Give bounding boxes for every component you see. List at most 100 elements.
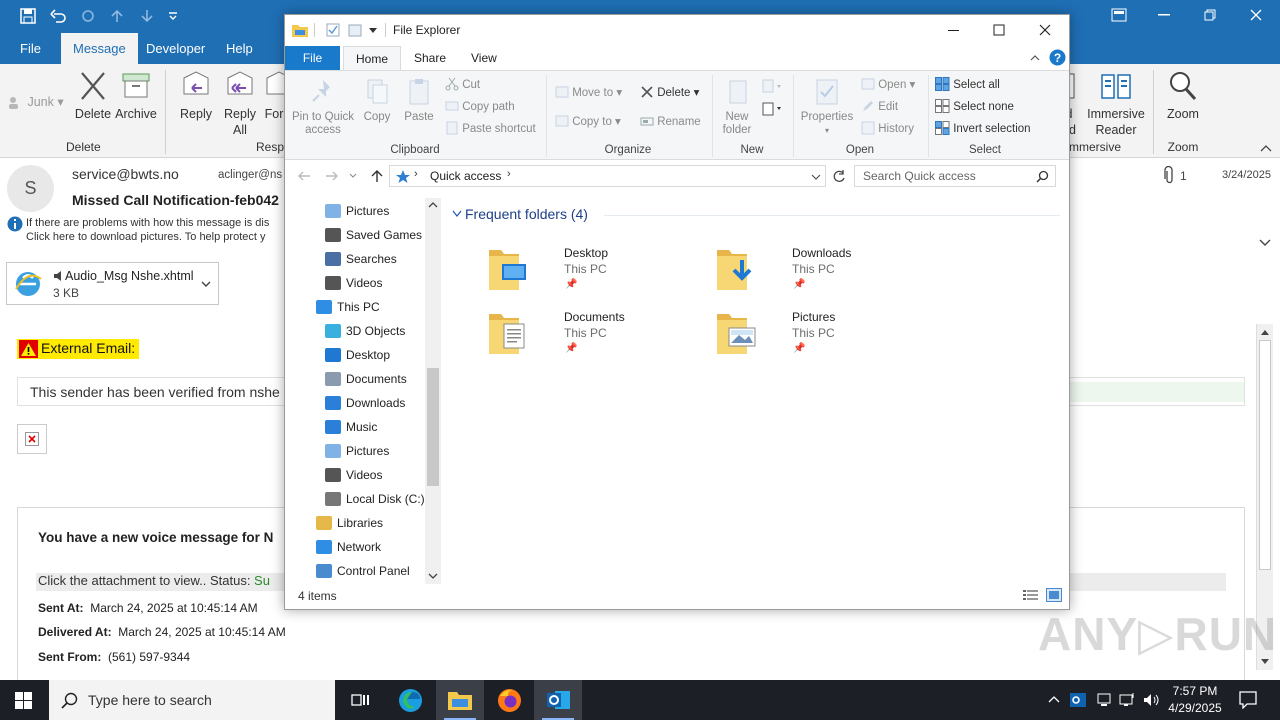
forward-arrow-icon[interactable] [325,170,339,182]
info-bar-line-2[interactable]: Click here to download pictures. To help… [26,231,265,243]
reply-all-button[interactable]: Reply All [220,70,260,138]
folder-tile-downloads[interactable]: Downloads This PC 📌 [703,246,903,304]
address-dropdown-icon[interactable] [811,174,821,180]
explorer-minimize-icon[interactable] [948,30,960,32]
taskbar-search-box[interactable]: Type here to search [49,680,335,720]
address-bar[interactable]: › Quick access › [389,165,826,187]
save-icon[interactable] [20,8,36,24]
breadcrumb-chevron-icon[interactable]: › [507,168,511,180]
edge-taskbar-button[interactable] [386,680,434,720]
volume-tray-icon[interactable] [1143,692,1161,708]
outlook-restore-icon[interactable] [1204,9,1216,21]
clock-time[interactable]: 7:57 PM [1166,684,1224,698]
explorer-tab-home[interactable]: Home [343,46,402,70]
nav-scroll-thumb[interactable] [427,368,439,486]
nav-scroll-up-icon[interactable] [428,201,438,208]
new-folder-qat-icon[interactable] [348,23,362,37]
easy-access-icon[interactable] [762,101,784,117]
back-arrow-icon[interactable] [297,170,311,182]
explorer-maximize-icon[interactable] [993,24,1005,36]
folder-tile-documents[interactable]: Documents This PC 📌 [475,310,675,368]
minimize-ribbon-icon[interactable] [1030,54,1040,61]
paste-shortcut-button[interactable]: Paste shortcut [445,121,536,137]
broken-image-placeholder[interactable] [17,424,47,454]
breadcrumb-chevron-icon[interactable]: › [414,168,418,180]
frequent-folders-heading[interactable]: Frequent folders (4) [465,206,588,222]
ribbon-display-icon[interactable] [1111,8,1127,22]
down-arrow-icon[interactable] [140,9,154,23]
explorer-tab-view[interactable]: View [459,46,509,70]
edit-button[interactable]: Edit [861,99,898,115]
folder-tile-pictures[interactable]: Pictures This PC 📌 [703,310,903,368]
refresh-icon[interactable] [832,169,846,183]
navigation-scrollbar[interactable] [425,198,441,584]
up-arrow-icon[interactable] [110,9,124,23]
help-icon[interactable]: ? [1049,49,1066,66]
archive-button[interactable]: Archive [114,70,158,122]
pin-quick-access-button[interactable]: Pin to Quick access [289,77,357,137]
outlook-taskbar-button[interactable] [534,680,582,720]
outlook-tray-icon[interactable] [1070,692,1086,708]
reply-button[interactable]: Reply [176,70,216,122]
immersive-reader-button[interactable]: Immersive Reader [1083,70,1149,138]
firefox-taskbar-button[interactable] [485,680,533,720]
invert-selection-button[interactable]: Invert selection [935,121,1031,137]
outlook-close-icon[interactable] [1250,9,1262,21]
open-button[interactable]: Open ▾ [861,77,915,93]
details-view-icon[interactable] [1023,589,1039,601]
properties-qat-icon[interactable] [326,23,340,37]
select-all-button[interactable]: Select all [935,77,1000,93]
new-folder-button[interactable]: New folder [715,77,759,137]
undo-icon[interactable] [50,8,66,24]
search-icon[interactable] [1036,170,1049,183]
section-collapse-icon[interactable] [452,210,462,218]
info-bar-line-1[interactable]: If there are problems with how this mess… [26,217,269,229]
message-scroll-thumb[interactable] [1259,340,1271,570]
large-icons-view-icon[interactable] [1046,588,1062,602]
scroll-up-icon[interactable] [1260,328,1270,336]
explorer-close-icon[interactable] [1039,24,1051,36]
explorer-tab-share[interactable]: Share [402,46,458,70]
outlook-minimize-icon[interactable] [1158,14,1170,16]
redo-icon[interactable] [80,8,96,24]
tab-file[interactable]: File [8,33,53,64]
copy-button[interactable]: Copy [359,77,395,124]
explorer-tab-file[interactable]: File [285,46,340,70]
forward-button[interactable]: For [263,70,285,122]
windows-start-icon[interactable] [15,692,32,709]
history-button[interactable]: History [861,121,914,137]
clock-date[interactable]: 4/29/2025 [1166,701,1224,715]
customize-qat-icon[interactable] [168,11,178,21]
folder-tile-desktop[interactable]: Desktop This PC 📌 [475,246,675,304]
tab-developer[interactable]: Developer [134,33,217,64]
qat-dropdown-icon[interactable] [369,28,377,34]
file-explorer-taskbar-button[interactable] [436,680,484,720]
breadcrumb-quick-access[interactable]: Quick access [430,169,501,183]
recent-locations-icon[interactable] [349,173,357,179]
cut-button[interactable]: Cut [445,77,480,93]
rename-button[interactable]: Rename [640,114,701,130]
explorer-search-box[interactable]: Search Quick access [854,165,1056,187]
collapse-ribbon-icon[interactable] [1260,144,1272,152]
move-to-button[interactable]: Move to ▾ [555,85,622,101]
expand-header-icon[interactable] [1259,239,1271,247]
zoom-button[interactable]: Zoom [1162,70,1204,122]
network-tray-icon[interactable] [1119,692,1135,708]
attachment-dropdown-icon[interactable] [201,281,211,288]
sender-address[interactable]: service@bwts.no [72,166,179,182]
nav-scroll-down-icon[interactable] [428,573,438,580]
task-view-button[interactable] [336,680,384,720]
paste-button[interactable]: Paste [400,77,438,124]
delete-button[interactable]: Delete [74,70,112,122]
recipient-address[interactable]: aclinger@ns [218,169,282,181]
notifications-icon[interactable] [1239,691,1257,709]
new-item-icon[interactable] [762,79,784,95]
up-level-icon[interactable] [370,169,384,183]
tab-message[interactable]: Message [61,33,138,64]
copy-path-button[interactable]: Copy path [445,99,515,115]
properties-button[interactable]: Properties ▾ [797,77,857,137]
device-tray-icon[interactable] [1096,692,1112,708]
junk-button[interactable]: Junk ▾ [8,94,64,110]
select-none-button[interactable]: Select none [935,99,1014,115]
show-hidden-icons-icon[interactable] [1048,695,1060,703]
